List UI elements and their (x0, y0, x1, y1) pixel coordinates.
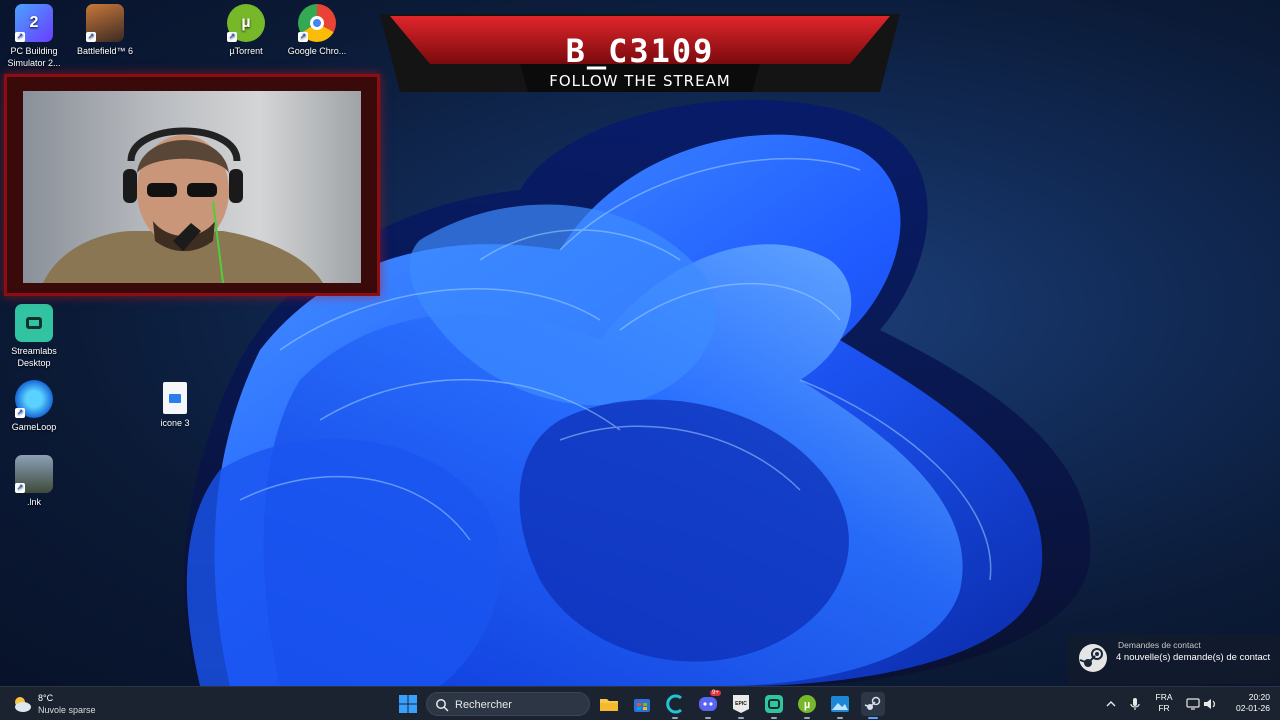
desktop-icon-pc-building-simulator[interactable]: 2 ↗ PC Building Simulator 2... (0, 4, 69, 69)
desktop-icon-gameloop[interactable]: ↗ GameLoop (0, 380, 69, 433)
webcam-feed (23, 91, 361, 283)
discord-icon (699, 697, 717, 711)
taskbar-file-explorer[interactable] (597, 692, 621, 716)
desktop-icon-utorrent[interactable]: µ ↗ µTorrent (211, 4, 281, 57)
steam-icon (1079, 644, 1107, 672)
taskbar-microsoft-store[interactable] (630, 692, 654, 716)
utorrent-icon: µ (798, 695, 816, 713)
photos-icon (831, 696, 849, 712)
pc-building-simulator-icon: 2 ↗ (15, 4, 53, 42)
gameloop-icon (666, 694, 682, 714)
running-indicator (738, 717, 744, 719)
clock-date: 02-01-26 (1235, 703, 1270, 713)
pubg-shortcut-icon: ↗ (15, 455, 53, 493)
svg-text:µ: µ (804, 699, 810, 711)
weather-cloud-icon (15, 697, 31, 712)
search-icon (436, 699, 449, 712)
chevron-up-icon[interactable] (1104, 697, 1118, 711)
volume-icon[interactable] (1203, 697, 1217, 711)
input-language-indicator[interactable]: FRA FR (1153, 692, 1175, 714)
weather-description: Nuvole sparse (38, 705, 96, 715)
microphone-icon[interactable] (1128, 697, 1142, 711)
running-indicator (804, 717, 810, 719)
desktop-icon-label: icone 3 (160, 418, 190, 428)
steam-notification[interactable]: Demandes de contact 4 nouvelle(s) demand… (1068, 634, 1280, 684)
streamlabs-icon (15, 304, 53, 342)
taskbar-photos[interactable] (828, 692, 852, 719)
desktop-icon-battlefield[interactable]: ↗ Battlefield™ 6 (70, 4, 140, 57)
taskbar-search-box[interactable]: Rechercher (426, 692, 590, 716)
running-indicator (705, 717, 711, 719)
desktop-icon-label: .lnk (26, 497, 41, 507)
taskbar: 8°C Nuvole sparse Rechercher 9+ EPIC µ F… (0, 686, 1280, 720)
weather-temperature: 8°C (38, 693, 54, 703)
epic-games-icon: EPIC (733, 695, 749, 713)
utorrent-icon: µ ↗ (227, 4, 265, 42)
stream-banner: B_C3109 FOLLOW THE STREAM (380, 14, 900, 94)
running-indicator (837, 717, 843, 719)
running-indicator (672, 717, 678, 719)
webcam-overlay (4, 74, 380, 296)
language-code: FRA (1155, 692, 1173, 702)
running-indicator (771, 717, 777, 719)
chrome-icon: ↗ (298, 4, 336, 42)
file-explorer-icon (600, 699, 618, 711)
desktop-icon-lnk[interactable]: ↗ .lnk (0, 455, 69, 508)
desktop-icon-label: Streamlabs Desktop (11, 346, 57, 368)
gameloop-icon: ↗ (15, 380, 53, 418)
taskbar-epic-games[interactable]: EPIC (729, 692, 753, 719)
steam-icon (864, 696, 881, 710)
notification-body: 4 nouvelle(s) demande(s) de contact (1116, 652, 1271, 663)
network-icon[interactable] (1186, 697, 1200, 711)
taskbar-gameloop[interactable] (663, 692, 687, 719)
keyboard-layout-code: FR (1158, 703, 1170, 713)
desktop-icon-label: Battlefield™ 6 (76, 46, 134, 56)
notification-title: Demandes de contact (1118, 640, 1201, 650)
streamer-image (43, 127, 323, 283)
taskbar-utorrent[interactable]: µ (795, 692, 819, 719)
stream-tagline: FOLLOW THE STREAM (549, 72, 731, 90)
weather-widget[interactable]: 8°C Nuvole sparse (12, 691, 132, 717)
clock-time: 20:20 (1248, 692, 1270, 702)
discord-badge: 9+ (710, 690, 721, 696)
taskbar-discord[interactable]: 9+ (696, 690, 721, 719)
desktop-icon-streamlabs[interactable]: Streamlabs Desktop (0, 304, 69, 369)
desktop-icon-label: Google Chro... (287, 46, 347, 56)
channel-name: B_C3109 (565, 32, 715, 70)
svg-text:EPIC: EPIC (735, 701, 747, 707)
running-indicator (868, 717, 878, 719)
battlefield-icon: ↗ (86, 4, 124, 42)
desktop-icon-label: GameLoop (11, 422, 57, 432)
desktop-icon-label: µTorrent (229, 46, 263, 56)
taskbar-steam[interactable] (861, 692, 885, 719)
windows-start-icon[interactable] (398, 694, 418, 714)
desktop-icon-chrome[interactable]: ↗ Google Chro... (282, 4, 352, 57)
microsoft-store-icon (634, 699, 650, 712)
streamlabs-icon (765, 695, 783, 713)
desktop-icon-icone3[interactable]: icone 3 (140, 382, 210, 429)
search-placeholder: Rechercher (455, 699, 512, 711)
taskbar-streamlabs[interactable] (762, 692, 786, 719)
desktop-icon-label: PC Building Simulator 2... (7, 46, 61, 68)
taskbar-clock[interactable]: 20:20 02-01-26 (1224, 692, 1270, 714)
file-icon (163, 382, 187, 414)
